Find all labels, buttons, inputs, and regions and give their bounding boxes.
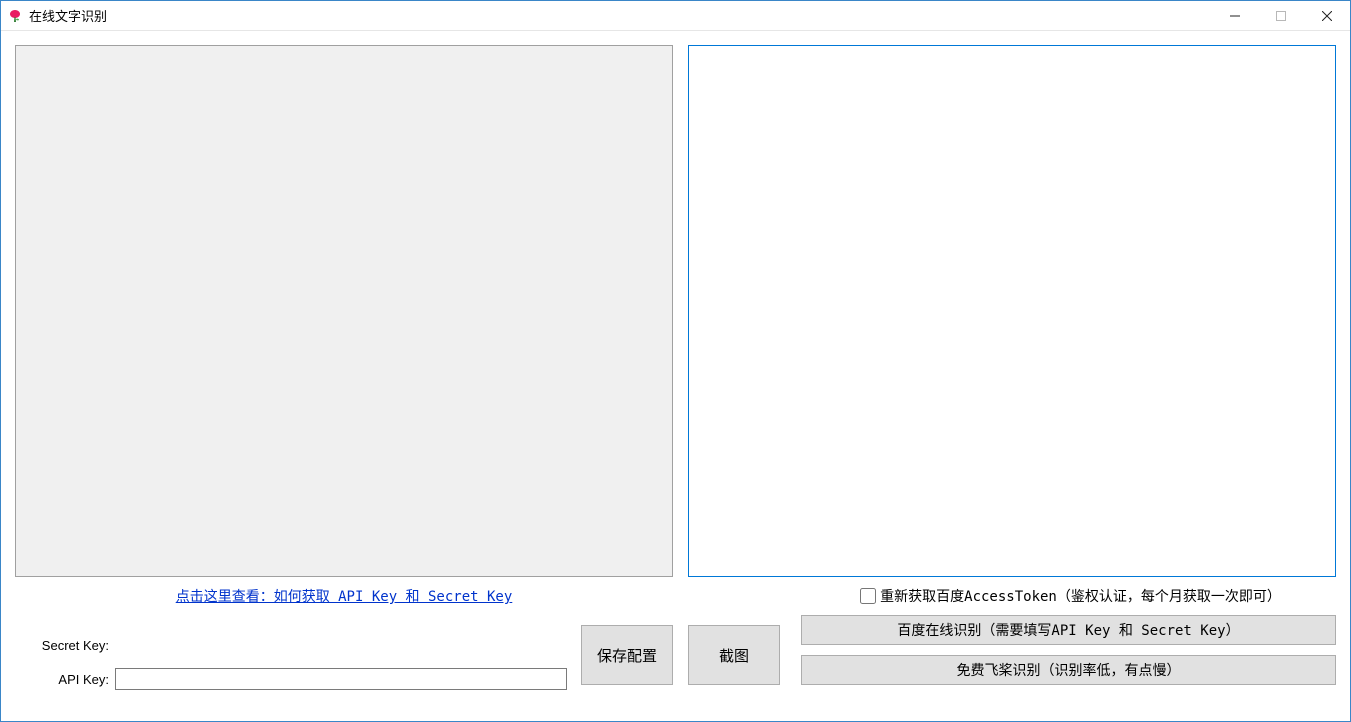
window-title: 在线文字识别 [29, 6, 1212, 25]
window-controls [1212, 1, 1350, 30]
refresh-token-label: 重新获取百度AccessToken（鉴权认证，每个月获取一次即可） [880, 586, 1281, 606]
close-button[interactable] [1304, 1, 1350, 30]
client-area: 点击这里查看：如何获取 API Key 和 Secret Key Secret … [1, 31, 1350, 721]
help-link-row: 点击这里查看：如何获取 API Key 和 Secret Key [15, 586, 673, 606]
refresh-token-checkbox[interactable] [860, 588, 876, 604]
api-key-label: API Key: [27, 672, 115, 687]
api-key-input[interactable] [115, 668, 567, 690]
image-preview-panel [15, 45, 673, 577]
titlebar: 在线文字识别 [1, 1, 1350, 31]
paddle-ocr-button[interactable]: 免费飞桨识别（识别率低，有点慢） [801, 655, 1336, 685]
help-link[interactable]: 点击这里查看：如何获取 API Key 和 Secret Key [176, 589, 513, 605]
app-icon [7, 8, 23, 24]
refresh-token-row[interactable]: 重新获取百度AccessToken（鉴权认证，每个月获取一次即可） [801, 585, 1336, 607]
save-config-button[interactable]: 保存配置 [581, 625, 673, 685]
app-window: 在线文字识别 点击这里查看：如何获取 API Key 和 Secret Key … [0, 0, 1351, 722]
secret-key-label: Secret Key: [27, 638, 115, 653]
maximize-button [1258, 1, 1304, 30]
baidu-ocr-button[interactable]: 百度在线识别（需要填写API Key 和 Secret Key） [801, 615, 1336, 645]
output-text-panel [688, 45, 1336, 577]
minimize-button[interactable] [1212, 1, 1258, 30]
api-config-area: Secret Key: API Key: [27, 628, 567, 696]
output-textarea[interactable] [689, 46, 1335, 576]
screenshot-button[interactable]: 截图 [688, 625, 780, 685]
right-controls: 重新获取百度AccessToken（鉴权认证，每个月获取一次即可） 百度在线识别… [801, 585, 1336, 695]
